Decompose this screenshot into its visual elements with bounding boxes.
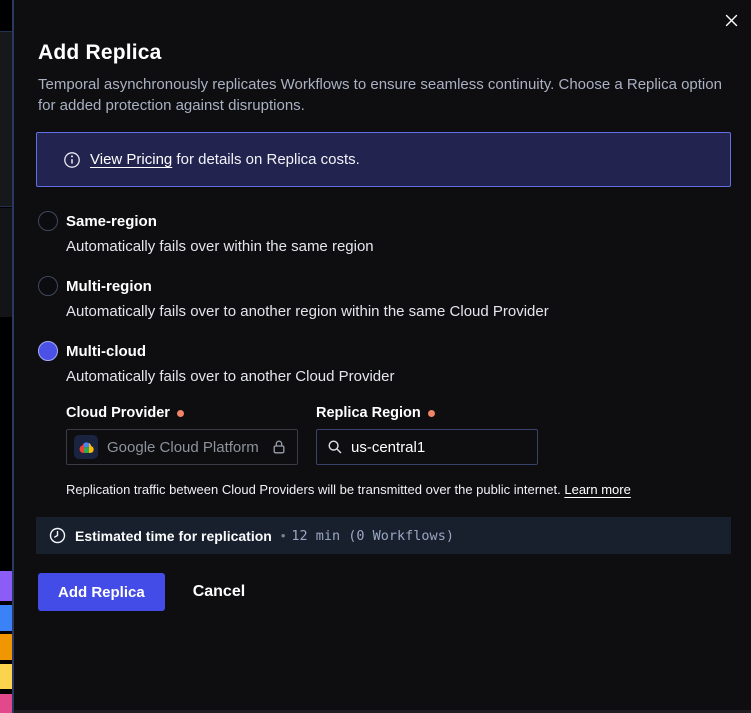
- required-dot: [177, 410, 184, 417]
- cloud-provider-label: Cloud Provider: [66, 405, 316, 421]
- color-block-pink: [0, 694, 12, 713]
- multi-cloud-form: Cloud Provider Replica Region: [66, 405, 723, 497]
- add-replica-button[interactable]: Add Replica: [38, 573, 165, 611]
- option-description: Automatically fails over within the same…: [66, 237, 723, 257]
- option-description: Automatically fails over to another Clou…: [66, 367, 723, 387]
- background-panel: [0, 31, 12, 207]
- learn-more-link[interactable]: Learn more: [564, 482, 630, 497]
- replica-region-label: Replica Region: [316, 405, 435, 421]
- close-icon: [724, 13, 739, 28]
- option-label[interactable]: Same-region: [66, 213, 157, 230]
- option-same-region-row: Same-region: [38, 211, 723, 231]
- required-dot: [428, 410, 435, 417]
- option-description: Automatically fails over to another regi…: [66, 302, 723, 322]
- modal-actions: Add Replica Cancel: [38, 573, 723, 611]
- estimate-value: 12 min (0 Workflows): [291, 528, 454, 544]
- radio-multi-cloud[interactable]: [38, 341, 58, 361]
- color-block-yellow: [0, 664, 12, 689]
- gcp-icon: [74, 435, 98, 459]
- modal-description: Temporal asynchronously replicates Workf…: [38, 74, 723, 116]
- replica-region-input[interactable]: us-central1: [316, 429, 538, 465]
- background-page-strip: [0, 0, 12, 713]
- replica-region-value: us-central1: [351, 439, 425, 456]
- option-multi-cloud-row: Multi-cloud: [38, 341, 723, 361]
- option-label[interactable]: Multi-cloud: [66, 343, 146, 360]
- banner-text: View Pricing for details on Replica cost…: [90, 151, 360, 168]
- search-icon: [327, 439, 343, 455]
- view-pricing-link[interactable]: View Pricing: [90, 151, 172, 168]
- field-label-text: Cloud Provider: [66, 405, 170, 421]
- cancel-button[interactable]: Cancel: [193, 583, 245, 601]
- note-text: Replication traffic between Cloud Provid…: [66, 482, 561, 497]
- option-label[interactable]: Multi-region: [66, 278, 152, 295]
- pricing-info-banner: View Pricing for details on Replica cost…: [36, 132, 731, 187]
- color-block-blue: [0, 605, 12, 631]
- info-icon: [63, 151, 81, 169]
- cloud-provider-select: Google Cloud Platform: [66, 429, 298, 465]
- field-label-text: Replica Region: [316, 405, 421, 421]
- option-same-region: Same-region Automatically fails over wit…: [38, 211, 723, 257]
- background-panel: [0, 208, 12, 317]
- color-block-purple: [0, 571, 12, 601]
- radio-multi-region[interactable]: [38, 276, 58, 296]
- option-multi-region-row: Multi-region: [38, 276, 723, 296]
- banner-rest-text: for details on Replica costs.: [172, 151, 360, 168]
- replica-options: Same-region Automatically fails over wit…: [38, 211, 723, 497]
- estimate-bar: Estimated time for replication • 12 min …: [36, 517, 731, 554]
- radio-same-region[interactable]: [38, 211, 58, 231]
- page-title: Add Replica: [38, 40, 723, 66]
- close-button[interactable]: [722, 11, 740, 29]
- estimate-separator: •: [281, 528, 286, 543]
- color-block-orange: [0, 634, 12, 660]
- lock-icon: [271, 439, 287, 455]
- cloud-provider-value: Google Cloud Platform: [107, 439, 262, 456]
- public-internet-note: Replication traffic between Cloud Provid…: [66, 482, 723, 497]
- estimate-label: Estimated time for replication: [75, 528, 272, 544]
- clock-icon: [49, 527, 66, 544]
- option-multi-cloud: Multi-cloud Automatically fails over to …: [38, 341, 723, 497]
- option-multi-region: Multi-region Automatically fails over to…: [38, 276, 723, 322]
- add-replica-modal: Add Replica Temporal asynchronously repl…: [14, 0, 751, 713]
